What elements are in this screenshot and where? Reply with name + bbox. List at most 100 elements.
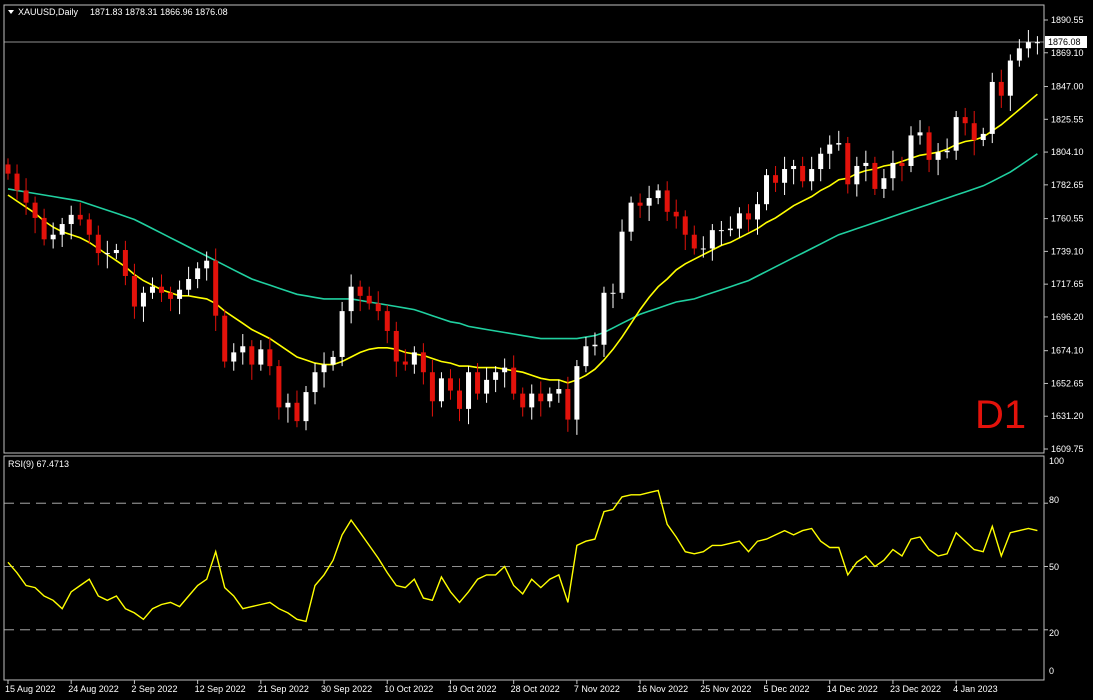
candle-body[interactable]: [357, 286, 363, 296]
trading-chart[interactable]: 1890.55 1869.10 1847.00 1825.55 1804.10 1782.…: [0, 0, 1093, 700]
candle-body[interactable]: [926, 132, 932, 160]
candle-body[interactable]: [366, 295, 372, 304]
candle-body[interactable]: [249, 346, 255, 365]
candle-body[interactable]: [592, 344, 598, 347]
candle-body[interactable]: [773, 175, 779, 183]
candle-body[interactable]: [809, 169, 815, 182]
candle-body[interactable]: [77, 214, 83, 220]
candle-body[interactable]: [484, 379, 490, 394]
candle-body[interactable]: [466, 372, 472, 409]
candle-body[interactable]: [709, 230, 715, 249]
candle-body[interactable]: [998, 81, 1004, 96]
candle-body[interactable]: [664, 190, 670, 212]
candle-body[interactable]: [556, 389, 562, 394]
candle-body[interactable]: [574, 366, 580, 420]
candle-body[interactable]: [348, 286, 354, 312]
candle-body[interactable]: [899, 162, 905, 166]
candle-body[interactable]: [1034, 42, 1040, 44]
candle-body[interactable]: [402, 361, 408, 365]
candle-body[interactable]: [276, 366, 282, 408]
candle-body[interactable]: [195, 268, 201, 280]
candle-body[interactable]: [339, 311, 345, 357]
candle-body[interactable]: [393, 330, 399, 362]
candle-body[interactable]: [32, 202, 38, 218]
candle-body[interactable]: [68, 214, 74, 225]
candle-body[interactable]: [104, 253, 110, 255]
candle-body[interactable]: [745, 213, 751, 220]
candle-body[interactable]: [610, 292, 616, 294]
candle-body[interactable]: [222, 315, 228, 362]
candle-body[interactable]: [764, 175, 770, 205]
candle-body[interactable]: [971, 123, 977, 141]
candle-body[interactable]: [953, 117, 959, 151]
candle-body[interactable]: [457, 390, 462, 409]
candle-body[interactable]: [168, 292, 174, 299]
candle-body[interactable]: [890, 162, 896, 179]
candle-body[interactable]: [935, 152, 941, 160]
candle-body[interactable]: [655, 190, 661, 199]
candle-body[interactable]: [475, 372, 481, 394]
candle-body[interactable]: [872, 162, 878, 189]
candle-body[interactable]: [601, 292, 607, 345]
candle-body[interactable]: [420, 352, 426, 373]
candle-body[interactable]: [159, 286, 165, 293]
candle-body[interactable]: [565, 389, 571, 420]
candle-body[interactable]: [989, 81, 995, 134]
candle-body[interactable]: [213, 260, 219, 316]
candle-body[interactable]: [827, 144, 833, 154]
candle-body[interactable]: [240, 346, 246, 353]
candle-body[interactable]: [5, 164, 11, 174]
candle-body[interactable]: [140, 292, 146, 307]
candle-body[interactable]: [980, 133, 986, 141]
candle-body[interactable]: [285, 402, 291, 408]
candle-body[interactable]: [303, 392, 309, 422]
candle-body[interactable]: [1025, 42, 1031, 49]
candle-body[interactable]: [330, 356, 336, 365]
candle-body[interactable]: [538, 393, 544, 402]
candle-body[interactable]: [628, 202, 634, 232]
candle-body[interactable]: [727, 228, 733, 231]
candle-body[interactable]: [95, 234, 101, 254]
candle-body[interactable]: [791, 165, 797, 170]
candle-body[interactable]: [14, 173, 20, 191]
candle-body[interactable]: [447, 378, 453, 391]
candle-body[interactable]: [375, 303, 381, 312]
candle-body[interactable]: [411, 352, 417, 365]
candle-body[interactable]: [800, 165, 806, 182]
candle-body[interactable]: [863, 162, 869, 166]
candle-body[interactable]: [86, 219, 92, 235]
candle-body[interactable]: [944, 150, 950, 153]
candle-body[interactable]: [637, 202, 643, 206]
candle-body[interactable]: [438, 378, 444, 402]
candle-body[interactable]: [547, 393, 553, 402]
candle-body[interactable]: [718, 230, 724, 232]
candle-body[interactable]: [646, 198, 652, 206]
candle-body[interactable]: [511, 367, 517, 394]
candle-body[interactable]: [258, 349, 264, 365]
candle-body[interactable]: [384, 311, 390, 331]
candle-body[interactable]: [502, 367, 508, 373]
candle-body[interactable]: [204, 260, 210, 269]
candle-body[interactable]: [131, 275, 137, 307]
candle-body[interactable]: [321, 364, 327, 373]
candle-body[interactable]: [50, 234, 56, 240]
candle-body[interactable]: [177, 289, 183, 299]
candle-body[interactable]: [1007, 60, 1013, 96]
candle-body[interactable]: [41, 217, 47, 240]
candle-body[interactable]: [700, 248, 706, 250]
candle-body[interactable]: [149, 286, 155, 293]
candle-body[interactable]: [113, 250, 119, 254]
candle-body[interactable]: [845, 143, 851, 185]
candle-body[interactable]: [836, 143, 842, 145]
candle-body[interactable]: [520, 393, 526, 408]
candle-body[interactable]: [736, 213, 742, 229]
candle-body[interactable]: [881, 178, 887, 189]
candle-body[interactable]: [782, 169, 788, 183]
candle-body[interactable]: [231, 352, 237, 362]
candle-body[interactable]: [294, 402, 300, 422]
candle-body[interactable]: [429, 372, 435, 402]
candle-body[interactable]: [673, 211, 679, 217]
candle-body[interactable]: [691, 234, 697, 249]
candle-body[interactable]: [267, 349, 273, 367]
candle-body[interactable]: [493, 372, 499, 380]
